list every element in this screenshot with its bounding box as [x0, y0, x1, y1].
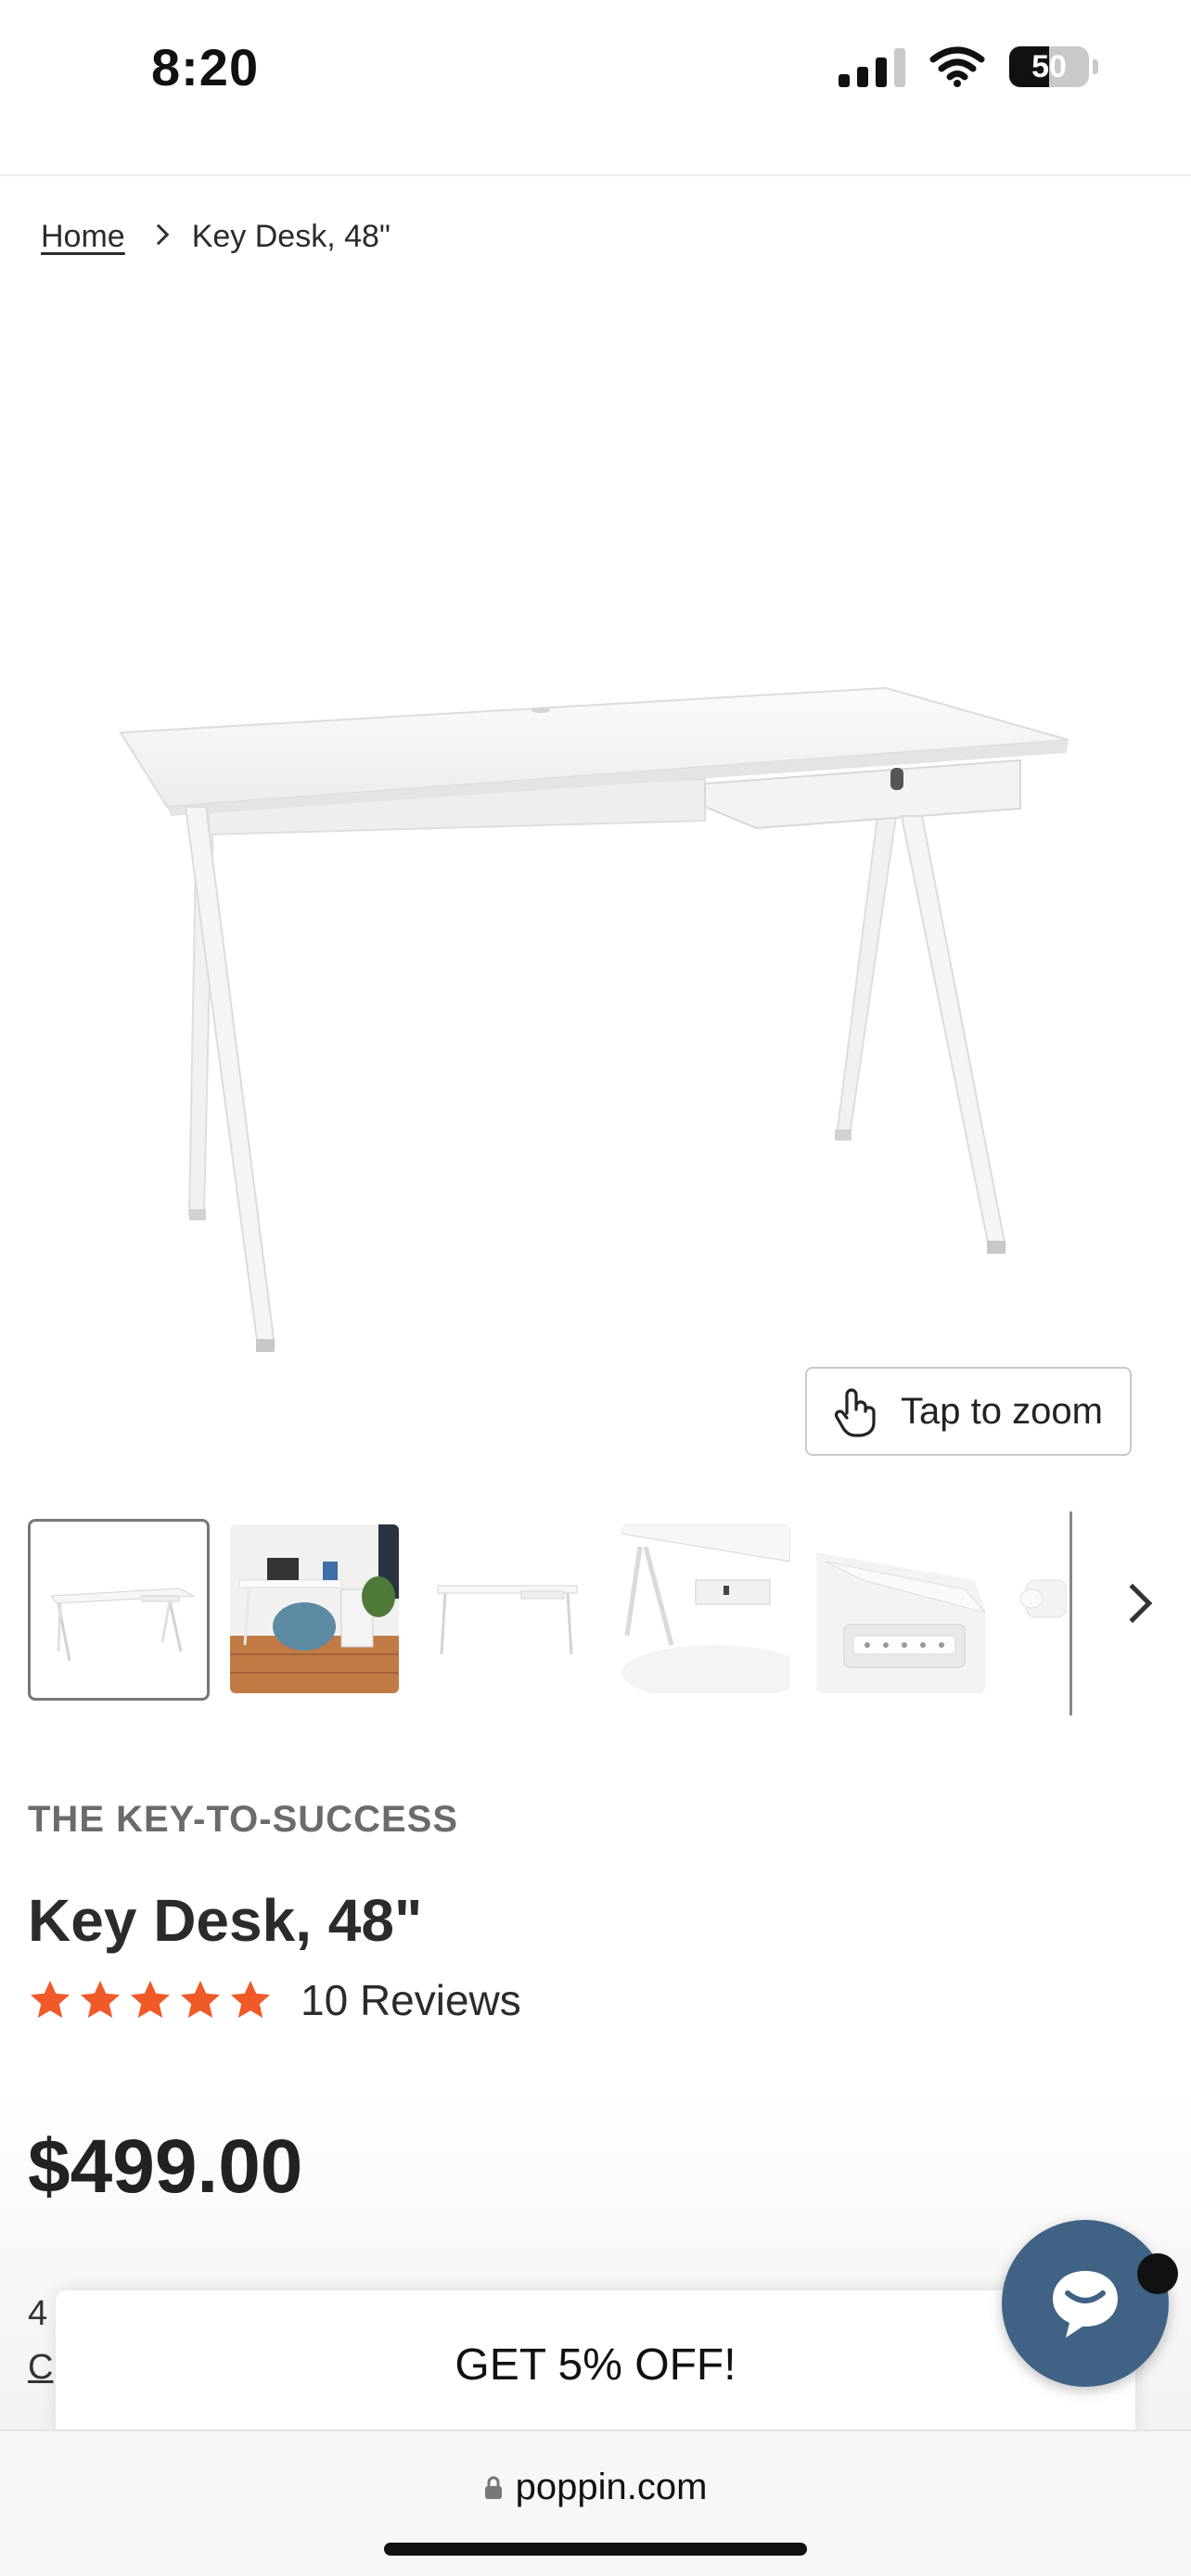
- signal-icon: [839, 46, 905, 87]
- home-indicator[interactable]: [384, 2543, 807, 2556]
- star-icon: [81, 1981, 120, 2018]
- collection-name: THE KEY-TO-SUCCESS: [28, 1799, 458, 1840]
- product-image[interactable]: [0, 306, 1191, 1484]
- thumbnail-desk-detail[interactable]: [1007, 1524, 1067, 1693]
- chat-bubble-icon: [1053, 2271, 1118, 2338]
- lock-icon: [484, 2476, 502, 2499]
- star-icon: [131, 1981, 170, 2018]
- notification-badge: [1137, 2253, 1178, 2294]
- thumbnail-divider: [1069, 1511, 1072, 1715]
- reviews-link[interactable]: 10 Reviews: [301, 1975, 521, 2025]
- star-icon: [31, 1981, 70, 2018]
- partial-text: 4: [28, 2294, 48, 2333]
- star-rating: [28, 1978, 273, 2022]
- thumbnail-desk-office-scene[interactable]: [230, 1524, 399, 1693]
- thumbnail-desk-cable-tray[interactable]: [816, 1524, 985, 1693]
- breadcrumb-home-link[interactable]: Home: [41, 219, 125, 255]
- url-text: poppin.com: [515, 2467, 708, 2507]
- star-icon: [231, 1981, 270, 2018]
- tap-to-zoom-label: Tap to zoom: [901, 1390, 1103, 1432]
- product-price: $499.00: [28, 2124, 303, 2209]
- battery-nub: [1093, 59, 1098, 74]
- thumbnail-desk-angle[interactable]: [621, 1524, 790, 1693]
- status-icons: 50: [839, 46, 1098, 87]
- thumbnail-desk-front[interactable]: [28, 1519, 210, 1701]
- star-icon: [181, 1981, 220, 2018]
- thumbnail-strip: [28, 1511, 1191, 1715]
- breadcrumb: Home Key Desk, 48": [41, 219, 391, 255]
- wifi-icon: [929, 46, 985, 87]
- product-rating[interactable]: 10 Reviews: [28, 1975, 521, 2025]
- breadcrumb-current: Key Desk, 48": [191, 219, 391, 254]
- status-bar: 8:20 50: [0, 0, 1191, 176]
- browser-address-bar[interactable]: poppin.com: [0, 2429, 1191, 2576]
- url-display[interactable]: poppin.com: [0, 2467, 1191, 2508]
- desk-illustration: [119, 686, 1069, 1352]
- battery-percent: 50: [1031, 48, 1067, 84]
- battery-icon: 50: [1009, 46, 1089, 87]
- partial-link[interactable]: C: [28, 2348, 56, 2388]
- promo-label: GET 5% OFF!: [455, 2340, 736, 2390]
- tap-to-zoom-button[interactable]: Tap to zoom: [805, 1367, 1132, 1456]
- status-time: 8:20: [151, 38, 260, 96]
- product-title: Key Desk, 48": [28, 1887, 423, 1954]
- thumbnail-desk-side[interactable]: [421, 1524, 590, 1693]
- tap-hand-icon: [834, 1388, 876, 1437]
- chevron-right-icon[interactable]: [1112, 1583, 1153, 1624]
- chevron-right-icon: [147, 223, 170, 245]
- promo-button[interactable]: GET 5% OFF!: [56, 2290, 1135, 2439]
- chat-button[interactable]: [1002, 2220, 1169, 2387]
